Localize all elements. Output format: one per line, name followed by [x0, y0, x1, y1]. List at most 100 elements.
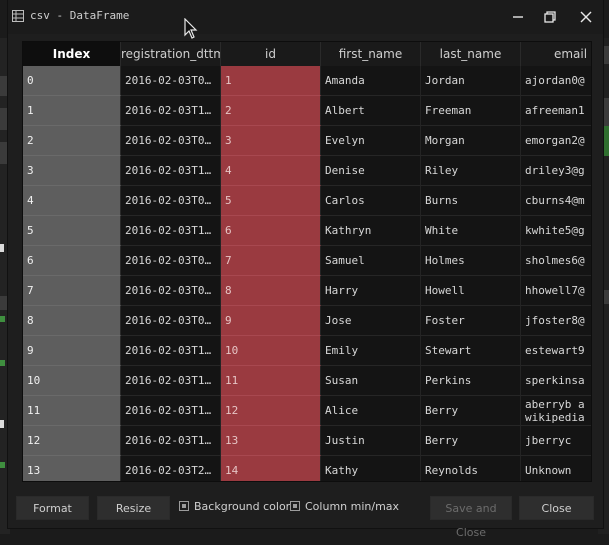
cell-index[interactable]: 9 [23, 336, 121, 366]
cell-last-name[interactable]: Holmes [421, 246, 521, 276]
cell-registration-dttm[interactable]: 2016-02-03T0… [121, 276, 221, 306]
cell-index[interactable]: 7 [23, 276, 121, 306]
close-window-button[interactable] [571, 6, 601, 28]
table-row[interactable]: 13 2016-02-03T2… 14 Kathy Reynolds Unknown [23, 456, 591, 481]
cell-first-name[interactable]: Denise [321, 156, 421, 186]
cell-first-name[interactable]: Justin [321, 426, 421, 456]
cell-last-name[interactable]: Freeman [421, 96, 521, 126]
cell-email[interactable]: ajordan0@ [521, 66, 591, 96]
column-header-id[interactable]: id [221, 42, 321, 66]
format-button[interactable]: Format [16, 496, 89, 520]
cell-last-name[interactable]: Foster [421, 306, 521, 336]
cell-last-name[interactable]: Burns [421, 186, 521, 216]
cell-registration-dttm[interactable]: 2016-02-03T1… [121, 96, 221, 126]
cell-first-name[interactable]: Carlos [321, 186, 421, 216]
background-color-checkbox[interactable] [179, 501, 189, 511]
cell-last-name[interactable]: Reynolds [421, 456, 521, 481]
cell-registration-dttm[interactable]: 2016-02-03T1… [121, 156, 221, 186]
cell-id[interactable]: 10 [221, 336, 321, 366]
cell-id[interactable]: 2 [221, 96, 321, 126]
resize-button[interactable]: Resize [97, 496, 170, 520]
cell-email[interactable]: emorgan2@ [521, 126, 591, 156]
cell-email[interactable]: aberryb a wikipedia [521, 396, 591, 426]
table-row[interactable]: 2 2016-02-03T0… 3 Evelyn Morgan emorgan2@ [23, 126, 591, 156]
cell-last-name[interactable]: Morgan [421, 126, 521, 156]
column-header-last-name[interactable]: last_name [421, 42, 521, 66]
cell-registration-dttm[interactable]: 2016-02-03T0… [121, 306, 221, 336]
cell-first-name[interactable]: Amanda [321, 66, 421, 96]
cell-registration-dttm[interactable]: 2016-02-03T0… [121, 66, 221, 96]
cell-email[interactable]: estewart9 [521, 336, 591, 366]
cell-first-name[interactable]: Samuel [321, 246, 421, 276]
cell-first-name[interactable]: Susan [321, 366, 421, 396]
cell-registration-dttm[interactable]: 2016-02-03T1… [121, 216, 221, 246]
cell-index[interactable]: 10 [23, 366, 121, 396]
column-header-email[interactable]: email [521, 42, 591, 66]
cell-last-name[interactable]: Berry [421, 396, 521, 426]
cell-first-name[interactable]: Jose [321, 306, 421, 336]
cell-registration-dttm[interactable]: 2016-02-03T1… [121, 396, 221, 426]
cell-id[interactable]: 11 [221, 366, 321, 396]
cell-index[interactable]: 6 [23, 246, 121, 276]
cell-index[interactable]: 1 [23, 96, 121, 126]
cell-id[interactable]: 13 [221, 426, 321, 456]
table-row[interactable]: 9 2016-02-03T1… 10 Emily Stewart estewart9 [23, 336, 591, 366]
cell-id[interactable]: 1 [221, 66, 321, 96]
cell-first-name[interactable]: Kathryn [321, 216, 421, 246]
table-row[interactable]: 8 2016-02-03T0… 9 Jose Foster jfoster8@ [23, 306, 591, 336]
cell-registration-dttm[interactable]: 2016-02-03T1… [121, 366, 221, 396]
cell-index[interactable]: 12 [23, 426, 121, 456]
cell-id[interactable]: 8 [221, 276, 321, 306]
cell-email[interactable]: jberryc [521, 426, 591, 456]
table-row[interactable]: 0 2016-02-03T0… 1 Amanda Jordan ajordan0@ [23, 66, 591, 96]
cell-index[interactable]: 3 [23, 156, 121, 186]
cell-first-name[interactable]: Evelyn [321, 126, 421, 156]
cell-id[interactable]: 6 [221, 216, 321, 246]
cell-email[interactable]: afreeman1 [521, 96, 591, 126]
column-header-index[interactable]: Index [23, 42, 121, 66]
cell-first-name[interactable]: Harry [321, 276, 421, 306]
dataframe-grid[interactable]: Index registration_dttm id first_name la… [22, 41, 592, 482]
cell-id[interactable]: 12 [221, 396, 321, 426]
cell-first-name[interactable]: Alice [321, 396, 421, 426]
cell-index[interactable]: 4 [23, 186, 121, 216]
cell-email[interactable]: sholmes6@ [521, 246, 591, 276]
cell-email[interactable]: jfoster8@ [521, 306, 591, 336]
cell-last-name[interactable]: Perkins [421, 366, 521, 396]
maximize-button[interactable] [535, 6, 565, 28]
cell-email[interactable]: driley3@g [521, 156, 591, 186]
close-button[interactable]: Close [519, 496, 594, 520]
table-row[interactable]: 5 2016-02-03T1… 6 Kathryn White kwhite5@g [23, 216, 591, 246]
minimize-button[interactable] [503, 6, 533, 28]
cell-email[interactable]: hhowell7@ [521, 276, 591, 306]
cell-index[interactable]: 11 [23, 396, 121, 426]
cell-index[interactable]: 13 [23, 456, 121, 481]
cell-id[interactable]: 14 [221, 456, 321, 481]
title-bar[interactable]: csv - DataFrame [8, 0, 603, 34]
table-row[interactable]: 10 2016-02-03T1… 11 Susan Perkins sperkinsa [23, 366, 591, 396]
cell-registration-dttm[interactable]: 2016-02-03T0… [121, 186, 221, 216]
table-row[interactable]: 4 2016-02-03T0… 5 Carlos Burns cburns4@m [23, 186, 591, 216]
cell-index[interactable]: 0 [23, 66, 121, 96]
cell-first-name[interactable]: Kathy [321, 456, 421, 481]
cell-id[interactable]: 5 [221, 186, 321, 216]
cell-last-name[interactable]: Jordan [421, 66, 521, 96]
cell-first-name[interactable]: Emily [321, 336, 421, 366]
column-header-first-name[interactable]: first_name [321, 42, 421, 66]
cell-registration-dttm[interactable]: 2016-02-03T1… [121, 426, 221, 456]
table-row[interactable]: 12 2016-02-03T1… 13 Justin Berry jberryc [23, 426, 591, 456]
cell-registration-dttm[interactable]: 2016-02-03T1… [121, 336, 221, 366]
cell-id[interactable]: 7 [221, 246, 321, 276]
cell-last-name[interactable]: Berry [421, 426, 521, 456]
cell-id[interactable]: 3 [221, 126, 321, 156]
column-header-registration-dttm[interactable]: registration_dttm [121, 42, 221, 66]
cell-first-name[interactable]: Albert [321, 96, 421, 126]
cell-last-name[interactable]: Howell [421, 276, 521, 306]
cell-id[interactable]: 4 [221, 156, 321, 186]
cell-last-name[interactable]: Stewart [421, 336, 521, 366]
save-and-close-button[interactable]: Save and Close [430, 496, 512, 539]
cell-email[interactable]: sperkinsa [521, 366, 591, 396]
cell-index[interactable]: 5 [23, 216, 121, 246]
table-row[interactable]: 6 2016-02-03T0… 7 Samuel Holmes sholmes6@ [23, 246, 591, 276]
cell-registration-dttm[interactable]: 2016-02-03T0… [121, 246, 221, 276]
